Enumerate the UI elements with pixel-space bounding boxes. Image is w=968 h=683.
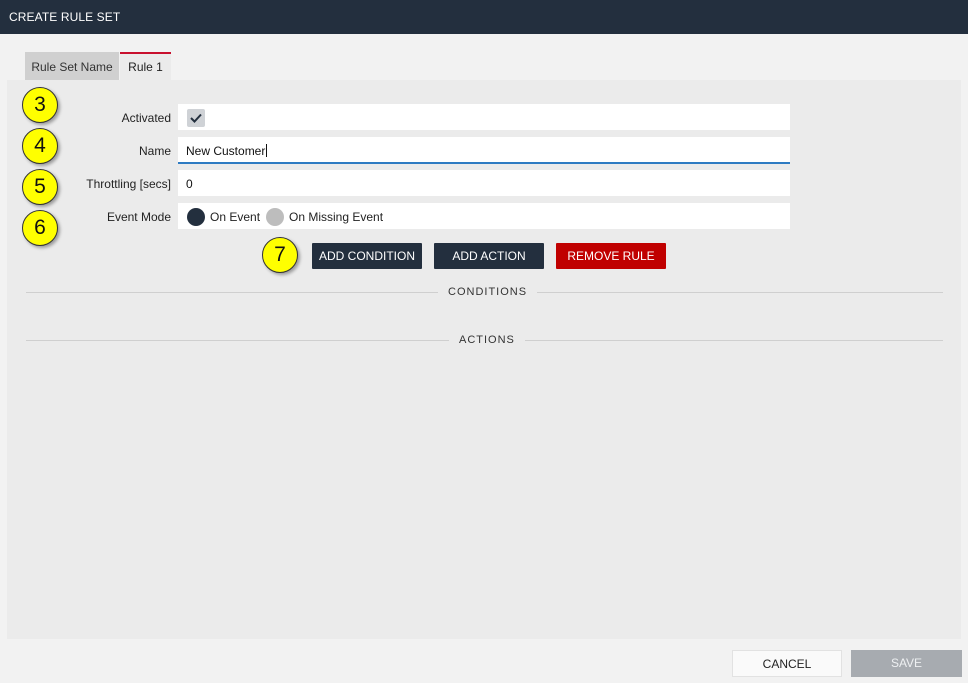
conditions-heading: CONDITIONS [438, 286, 538, 298]
add-action-button[interactable]: ADD ACTION [434, 243, 544, 269]
activated-row: Activated [7, 104, 961, 132]
dialog-footer: CANCEL SAVE [0, 640, 968, 683]
on-missing-event-radio[interactable] [266, 208, 284, 226]
add-condition-button[interactable]: ADD CONDITION [312, 243, 422, 269]
event-mode-field: On Event On Missing Event [178, 203, 790, 229]
activated-checkbox[interactable] [187, 109, 205, 127]
cancel-button[interactable]: CANCEL [732, 650, 842, 677]
activated-field [178, 104, 790, 130]
callout-4: 4 [22, 128, 58, 164]
text-caret [266, 144, 268, 157]
on-event-radio[interactable] [187, 208, 205, 226]
callout-6: 6 [22, 210, 58, 246]
actions-heading: ACTIONS [449, 334, 525, 346]
rule-panel: Activated Name New Customer Throttling [… [7, 80, 961, 639]
name-row: Name New Customer [7, 137, 961, 165]
throttling-input[interactable]: 0 [178, 170, 790, 196]
window-title: CREATE RULE SET [9, 10, 121, 24]
check-icon [190, 113, 202, 123]
save-button[interactable]: SAVE [851, 650, 962, 677]
remove-rule-button[interactable]: REMOVE RULE [556, 243, 666, 269]
on-missing-event-label[interactable]: On Missing Event [289, 210, 383, 224]
callout-3: 3 [22, 87, 58, 123]
tab-rule-1[interactable]: Rule 1 [120, 52, 171, 80]
title-bar: CREATE RULE SET [0, 0, 968, 34]
callout-5: 5 [22, 169, 58, 205]
name-value: New Customer [186, 144, 268, 158]
on-event-label[interactable]: On Event [210, 210, 260, 224]
tab-rule-set-name[interactable]: Rule Set Name [25, 52, 119, 80]
callout-7: 7 [262, 237, 298, 273]
name-input[interactable]: New Customer [178, 137, 790, 164]
throttling-row: Throttling [secs] 0 [7, 170, 961, 198]
event-mode-row: Event Mode On Event On Missing Event [7, 203, 961, 231]
throttling-value: 0 [186, 177, 193, 191]
